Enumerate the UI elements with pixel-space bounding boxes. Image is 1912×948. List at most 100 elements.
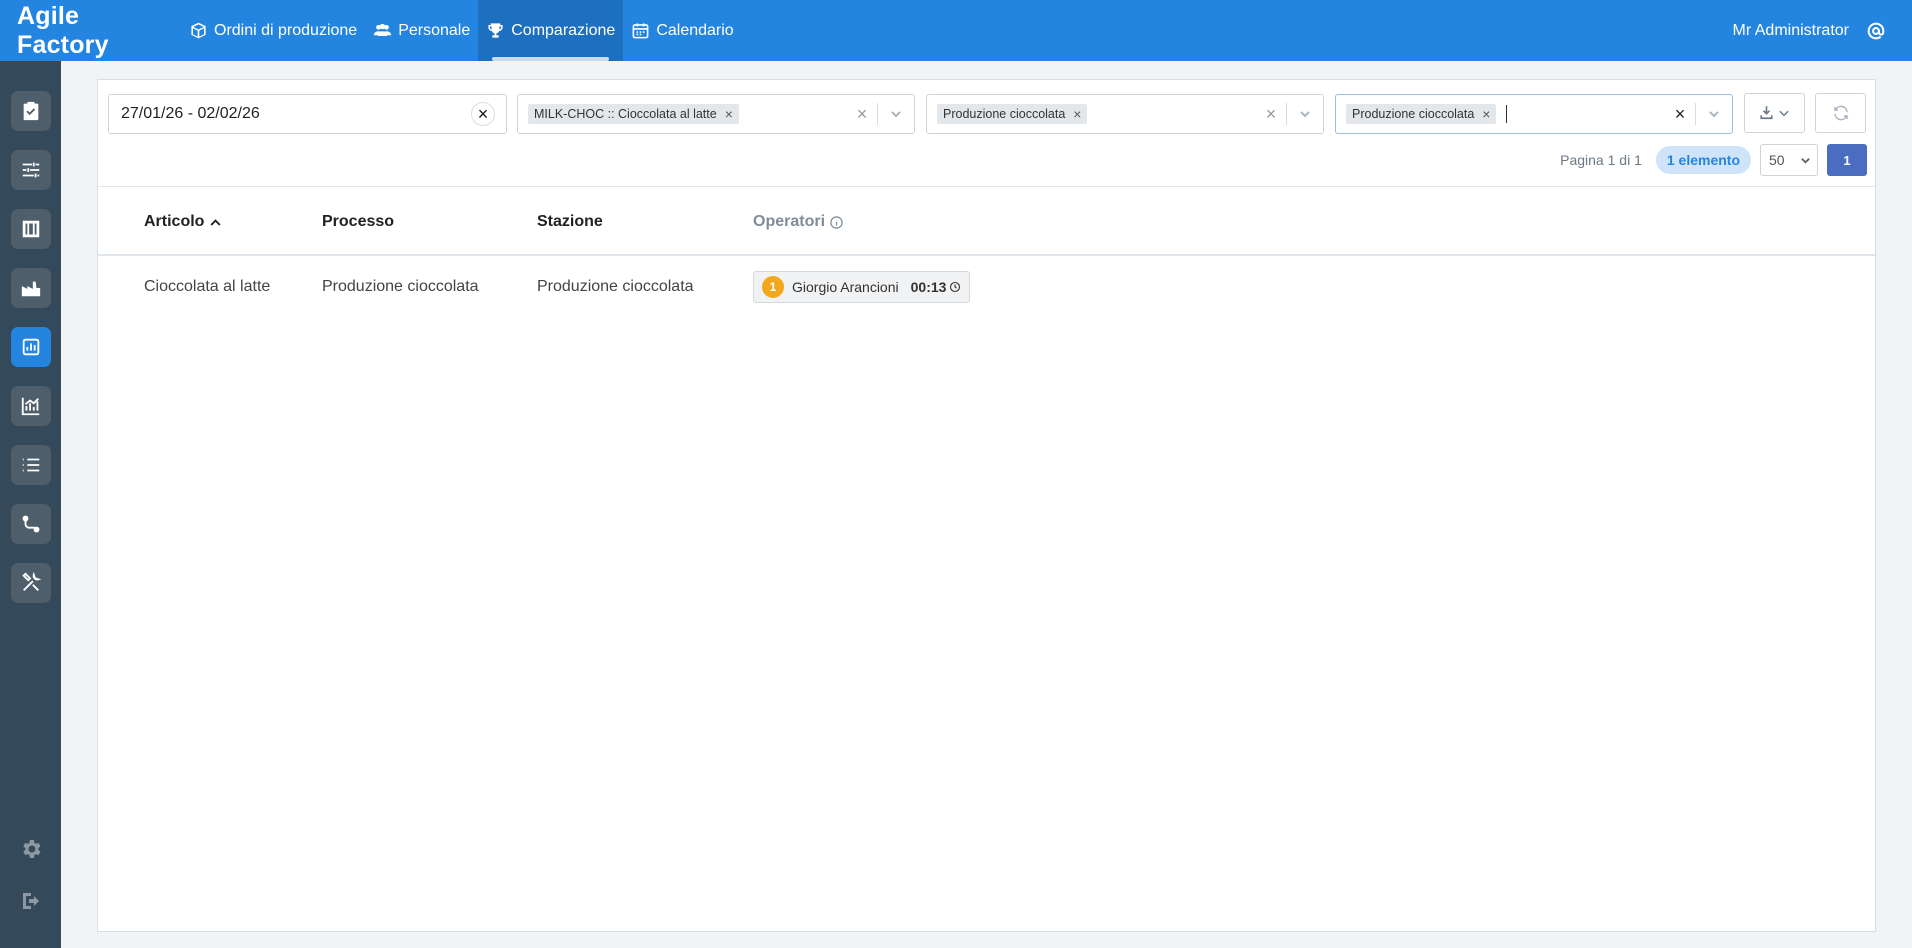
sidebar-item-comparison[interactable] [11, 327, 51, 367]
operator-chip[interactable]: 1 Giorgio Arancioni 00:13 [753, 271, 971, 303]
column-label: Processo [322, 213, 395, 230]
text-caret [1506, 105, 1508, 123]
sidebar-settings[interactable] [18, 836, 44, 862]
users-icon [373, 23, 392, 37]
clear-date-button[interactable]: × [471, 102, 495, 126]
article-select[interactable]: MILK-CHOC :: Cioccolata al latte × × [517, 94, 915, 134]
count-badge: 1 elemento [1655, 146, 1751, 174]
warehouse-icon [22, 220, 40, 238]
account-at-icon[interactable] [1865, 20, 1887, 42]
article-dropdown-toggle[interactable] [878, 108, 914, 120]
tag-label: MILK-CHOC :: Cioccolata al latte [534, 107, 717, 121]
remove-process-tag-button[interactable]: × [1073, 106, 1081, 122]
settings-gear-icon [23, 840, 41, 858]
trophy-icon [488, 23, 503, 38]
user-name[interactable]: Mr Administrator [1733, 22, 1849, 40]
factory-icon [21, 281, 41, 297]
date-range-input[interactable]: 27/01/26 - 02/02/26 × [108, 94, 507, 134]
box-icon [191, 22, 206, 39]
chevron-down-icon [1709, 111, 1719, 118]
operator-name: Giorgio Arancioni [792, 279, 899, 295]
column-header-articolo[interactable]: Articolo [144, 213, 223, 231]
station-dropdown-toggle[interactable] [1696, 108, 1732, 120]
main-nav: Ordini di produzione Personale Comparazi… [181, 0, 742, 61]
column-label: Articolo [144, 213, 205, 230]
time-value: 00:13 [910, 279, 947, 295]
clear-process-button[interactable]: × [1256, 104, 1286, 125]
refresh-icon [1833, 105, 1848, 121]
table-row[interactable]: Cioccolata al latte Produzione cioccolat… [98, 256, 1875, 314]
column-header-stazione[interactable]: Stazione [537, 213, 603, 231]
tag-label: Produzione cioccolata [1352, 107, 1475, 121]
sidebar-item-list[interactable] [11, 445, 51, 485]
sidebar-item-tasks[interactable] [11, 91, 51, 131]
page-info: Pagina 1 di 1 [1560, 152, 1642, 168]
table-header: Articolo Processo Stazione Operatori [98, 186, 1875, 256]
sort-ascending-icon [210, 218, 221, 226]
download-icon [1759, 106, 1773, 120]
operator-time: 00:13 [911, 279, 962, 295]
calendar-icon [632, 23, 649, 39]
sidebar-item-tools[interactable] [11, 563, 51, 603]
sidebar-logout[interactable] [18, 888, 44, 914]
export-button[interactable] [1744, 93, 1805, 133]
sidebar-item-planning[interactable] [11, 150, 51, 190]
rank-badge: 1 [762, 276, 784, 298]
page-size-value: 50 [1769, 152, 1785, 168]
nav-label: Comparazione [511, 21, 616, 39]
app-title[interactable]: Agile Factory [0, 2, 175, 60]
info-icon[interactable] [829, 215, 844, 230]
chevron-down-icon [891, 111, 901, 118]
logout-icon [23, 893, 39, 909]
comparison-panel: 27/01/26 - 02/02/26 × MILK-CHOC :: Ciocc… [97, 79, 1876, 932]
column-header-operatori: Operatori [753, 213, 844, 231]
column-label: Stazione [537, 213, 603, 230]
clock-icon [950, 281, 961, 293]
cell-processo: Produzione cioccolata [322, 278, 479, 295]
remove-station-tag-button[interactable]: × [1482, 106, 1490, 122]
article-tag: MILK-CHOC :: Cioccolata al latte × [528, 104, 739, 124]
sliders-icon [22, 162, 40, 178]
nav-calendario[interactable]: Calendario [623, 0, 741, 61]
process-select[interactable]: Produzione cioccolata × × [926, 94, 1324, 134]
column-header-processo[interactable]: Processo [322, 213, 394, 231]
cell-stazione: Produzione cioccolata [537, 278, 694, 295]
bar-chart-icon [22, 338, 40, 356]
nav-label: Personale [398, 21, 471, 39]
analytics-chart-icon [21, 397, 40, 416]
process-tag: Produzione cioccolata × [937, 104, 1088, 124]
tools-icon [22, 572, 42, 591]
clear-station-button[interactable]: × [1665, 104, 1695, 125]
nav-ordini-di-produzione[interactable]: Ordini di produzione [181, 0, 365, 61]
clear-article-button[interactable]: × [847, 104, 877, 125]
page-button-1[interactable]: 1 [1827, 144, 1867, 176]
nav-label: Calendario [656, 21, 734, 39]
chevron-down-icon [1801, 157, 1810, 164]
chevron-down-icon [1300, 111, 1310, 118]
sidebar-item-workflow[interactable] [11, 504, 51, 544]
pagination: Pagina 1 di 1 1 elemento 50 1 [1560, 144, 1867, 176]
page-size-select[interactable]: 50 [1760, 144, 1818, 176]
process-dropdown-toggle[interactable] [1287, 108, 1323, 120]
sidebar [0, 61, 61, 948]
column-label: Operatori [753, 213, 826, 230]
nav-personale[interactable]: Personale [365, 0, 478, 61]
workflow-icon [22, 515, 40, 533]
sidebar-item-production[interactable] [11, 268, 51, 308]
chevron-down-icon [1778, 110, 1789, 117]
sidebar-item-warehouse[interactable] [11, 209, 51, 249]
station-select[interactable]: Produzione cioccolata × × [1335, 94, 1733, 134]
date-range-value: 27/01/26 - 02/02/26 [121, 105, 260, 122]
remove-article-tag-button[interactable]: × [725, 106, 733, 122]
cell-articolo: Cioccolata al latte [144, 278, 271, 295]
list-icon [22, 458, 40, 472]
refresh-button[interactable] [1815, 93, 1866, 133]
user-menu[interactable]: Mr Administrator [1733, 0, 1887, 61]
top-bar: Agile Factory Ordini di produzione Perso… [0, 0, 1912, 61]
nav-label: Ordini di produzione [214, 21, 358, 39]
clipboard-check-icon [23, 101, 39, 121]
station-tag: Produzione cioccolata × [1346, 104, 1497, 124]
sidebar-item-analytics[interactable] [11, 386, 51, 426]
tag-label: Produzione cioccolata [943, 107, 1066, 121]
nav-comparazione[interactable]: Comparazione [478, 0, 624, 61]
